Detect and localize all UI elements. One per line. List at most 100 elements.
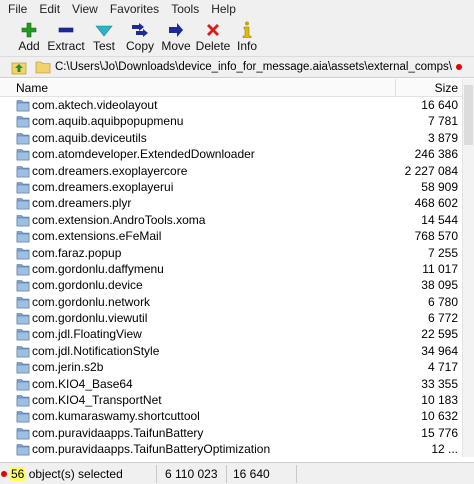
folder-icon bbox=[16, 247, 30, 260]
table-row[interactable]: com.gordonlu.daffymenu 11 017 bbox=[0, 261, 462, 277]
folder-icon bbox=[16, 263, 30, 276]
delete-label: Delete bbox=[195, 39, 231, 53]
add-button[interactable]: Add bbox=[12, 19, 46, 55]
folder-icon bbox=[16, 361, 30, 374]
file-name: com.jerin.s2b bbox=[32, 360, 104, 375]
file-name: com.aktech.videolayout bbox=[32, 98, 158, 112]
folder-icon bbox=[16, 443, 30, 456]
status-separator bbox=[156, 465, 157, 483]
total-size: 6 110 023 bbox=[165, 467, 218, 481]
table-row[interactable]: com.jerin.s2b 4 717 bbox=[0, 359, 462, 375]
folder-icon bbox=[16, 394, 30, 407]
file-size: 10 183 bbox=[421, 393, 458, 408]
checkmark-icon bbox=[95, 21, 113, 38]
menu-view[interactable]: View bbox=[66, 0, 104, 19]
column-size[interactable]: Size bbox=[435, 81, 458, 95]
delete-button[interactable]: Delete bbox=[194, 19, 232, 55]
file-name: com.gordonlu.device bbox=[32, 278, 143, 293]
file-size: 2 227 084 bbox=[404, 163, 458, 178]
table-row[interactable]: com.aquib.deviceutils 3 879 bbox=[0, 130, 462, 146]
menu-file[interactable]: File bbox=[2, 0, 33, 19]
file-size: 10 632 bbox=[421, 409, 458, 424]
file-size: 15 776 bbox=[421, 425, 458, 440]
selected-size: 16 640 bbox=[233, 467, 270, 481]
menu-help[interactable]: Help bbox=[205, 0, 242, 19]
table-row[interactable]: com.KIO4_TransportNet 10 183 bbox=[0, 392, 462, 408]
table-row[interactable]: com.dreamers.exoplayerui 58 909 bbox=[0, 179, 462, 195]
menu-edit[interactable]: Edit bbox=[33, 0, 66, 19]
table-row[interactable]: com.extension.AndroTools.xoma 14 544 bbox=[0, 212, 462, 228]
file-size: 16 640 bbox=[421, 98, 458, 112]
table-row[interactable]: com.dreamers.exoplayercore 2 227 084 bbox=[0, 163, 462, 179]
folder-icon bbox=[16, 214, 30, 227]
address-bar: C:\Users\Jo\Downloads\device_info_for_me… bbox=[0, 57, 474, 78]
menu-tools[interactable]: Tools bbox=[165, 0, 205, 19]
table-row[interactable]: com.kumaraswamy.shortcuttool 10 632 bbox=[0, 408, 462, 424]
folder-icon bbox=[16, 99, 30, 112]
file-name: com.extensions.eFeMail bbox=[32, 229, 162, 244]
copy-button[interactable]: Copy bbox=[122, 19, 158, 55]
table-row[interactable]: com.aktech.videolayout 16 640 bbox=[0, 97, 462, 113]
move-button[interactable]: Move bbox=[158, 19, 194, 55]
file-name: com.KIO4_Base64 bbox=[32, 376, 133, 391]
folder-icon bbox=[16, 148, 30, 161]
folder-icon bbox=[16, 378, 30, 391]
folder-icon bbox=[16, 115, 30, 128]
file-name: com.jdl.NotificationStyle bbox=[32, 343, 160, 358]
file-name: com.dreamers.exoplayercore bbox=[32, 163, 188, 178]
selection-status: 56 object(s) selected bbox=[10, 467, 123, 481]
marker-dot bbox=[1, 471, 7, 477]
table-row[interactable]: com.aquib.aquibpopupmenu 7 781 bbox=[0, 113, 462, 129]
file-list: com.aktech.videolayout 16 640 com.aquib.aq… bbox=[0, 97, 462, 457]
folder-icon bbox=[16, 312, 30, 325]
file-size: 4 717 bbox=[427, 360, 458, 375]
table-row[interactable]: com.gordonlu.device 38 095 bbox=[0, 277, 462, 293]
extract-button[interactable]: Extract bbox=[46, 19, 86, 55]
file-name: com.jdl.FloatingView bbox=[32, 327, 142, 342]
folder-icon bbox=[16, 230, 30, 243]
info-button[interactable]: Info bbox=[232, 19, 262, 55]
folder-icon bbox=[16, 345, 30, 358]
column-name[interactable]: Name bbox=[16, 81, 48, 95]
status-separator bbox=[296, 465, 297, 483]
list-header: Name Size bbox=[0, 79, 462, 97]
table-row[interactable]: com.jdl.NotificationStyle 34 964 bbox=[0, 343, 462, 359]
table-row[interactable]: com.gordonlu.viewutil 6 772 bbox=[0, 310, 462, 326]
folder-icon bbox=[16, 410, 30, 423]
copy-label: Copy bbox=[125, 39, 154, 53]
test-label: Test bbox=[92, 39, 115, 53]
address-path[interactable]: C:\Users\Jo\Downloads\device_info_for_me… bbox=[55, 57, 452, 77]
table-row[interactable]: com.dreamers.plyr 468 602 bbox=[0, 195, 462, 211]
table-row[interactable]: com.faraz.popup 7 255 bbox=[0, 245, 462, 261]
table-row[interactable]: com.puravidaapps.TaifunBatteryOptimizati… bbox=[0, 441, 462, 457]
file-name: com.dreamers.exoplayerui bbox=[32, 179, 174, 194]
folder-icon bbox=[16, 279, 30, 292]
table-row[interactable]: com.puravidaapps.TaifunBattery 15 776 bbox=[0, 425, 462, 441]
table-row[interactable]: com.atomdeveloper.ExtendedDownloader 246 … bbox=[0, 146, 462, 162]
table-row[interactable]: com.jdl.FloatingView 22 595 bbox=[0, 326, 462, 342]
file-name: com.dreamers.plyr bbox=[32, 196, 132, 211]
file-name: com.aquib.aquibpopupmenu bbox=[32, 114, 184, 129]
file-size: 34 964 bbox=[421, 343, 458, 358]
toolbar: Add Extract Test Copy Move Delete Info bbox=[0, 19, 474, 57]
file-size: 246 386 bbox=[414, 147, 458, 162]
folder-icon bbox=[16, 197, 30, 210]
vertical-scrollbar[interactable] bbox=[462, 79, 474, 457]
table-row[interactable]: com.KIO4_Base64 33 355 bbox=[0, 376, 462, 392]
scrollbar-thumb[interactable] bbox=[464, 85, 473, 145]
column-separator bbox=[395, 79, 396, 97]
test-button[interactable]: Test bbox=[86, 19, 122, 55]
file-name: com.atomdeveloper.ExtendedDownloader bbox=[32, 147, 255, 162]
file-name: com.puravidaapps.TaifunBattery bbox=[32, 425, 204, 440]
file-name: com.gordonlu.network bbox=[32, 294, 151, 309]
file-size: 58 909 bbox=[421, 179, 458, 194]
menu-favorites[interactable]: Favorites bbox=[104, 0, 165, 19]
file-size: 7 255 bbox=[427, 245, 458, 260]
add-label: Add bbox=[18, 39, 40, 53]
folder-up-button[interactable] bbox=[9, 57, 29, 77]
folder-up-icon bbox=[11, 62, 27, 75]
folder-icon bbox=[35, 60, 51, 74]
selected-count: 56 bbox=[10, 467, 26, 481]
table-row[interactable]: com.extensions.eFeMail 768 570 bbox=[0, 228, 462, 244]
table-row[interactable]: com.gordonlu.network 6 780 bbox=[0, 294, 462, 310]
